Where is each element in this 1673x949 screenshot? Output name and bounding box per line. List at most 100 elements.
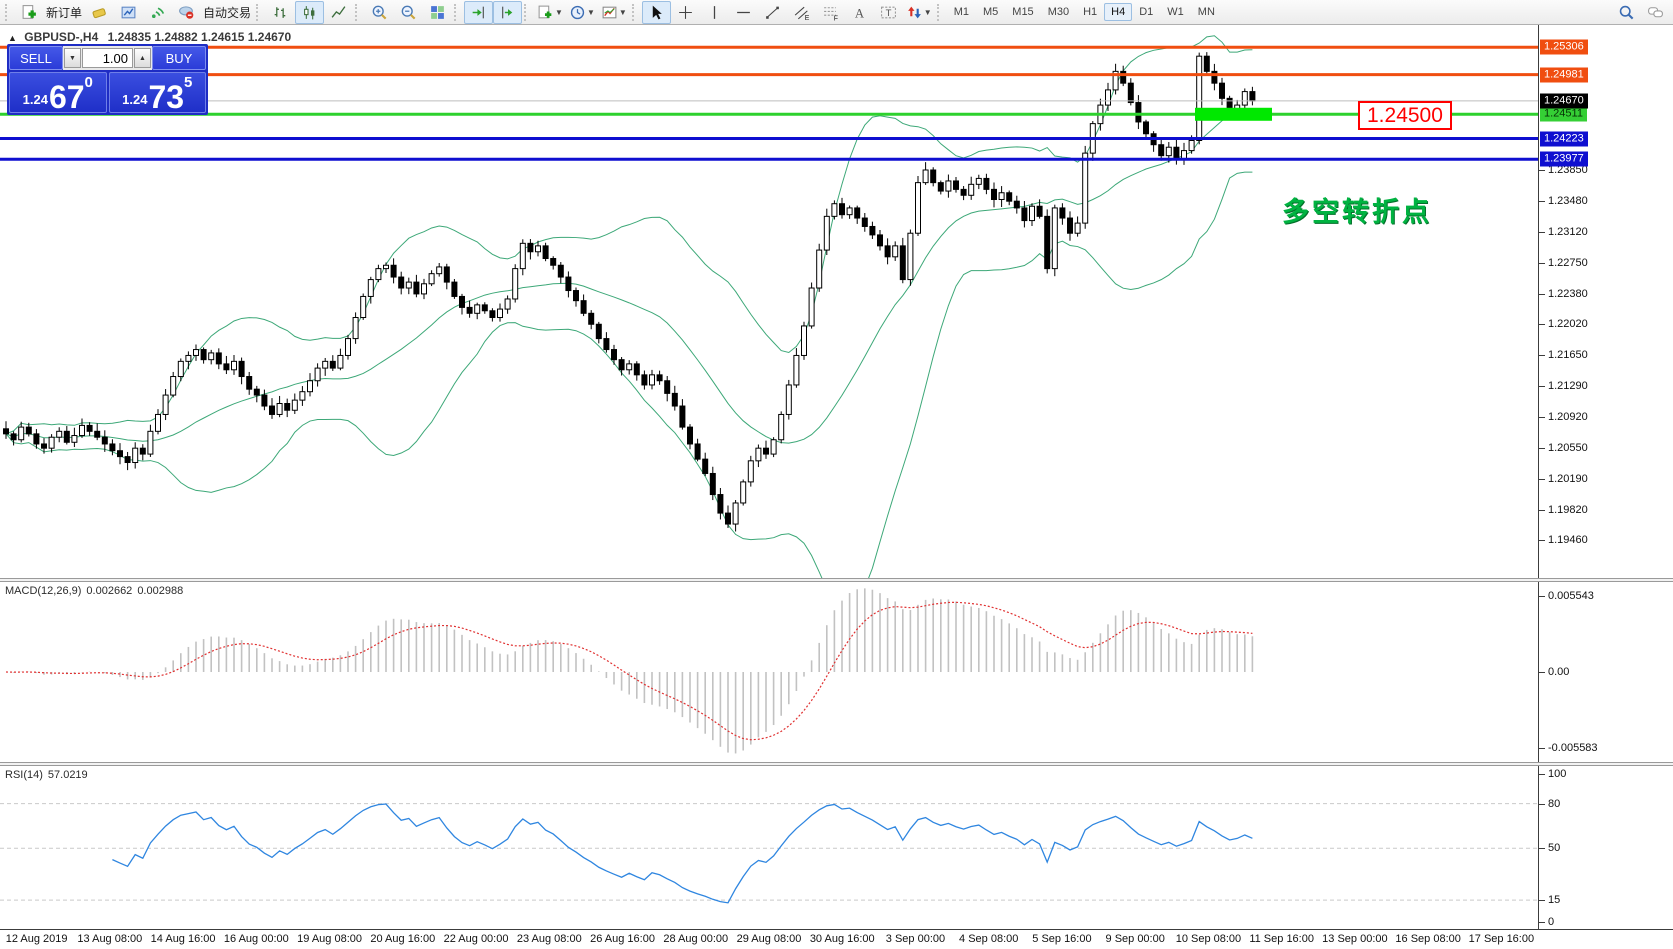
line-chart-button[interactable]: [324, 1, 353, 24]
chart-shift-button[interactable]: [493, 0, 523, 24]
macd-canvas[interactable]: [0, 582, 1538, 762]
volume-input[interactable]: 1.00: [82, 48, 133, 68]
vertical-line-button[interactable]: [700, 1, 729, 24]
chart-window-icon: [121, 6, 136, 18]
equidistant-channel-button[interactable]: E: [787, 1, 816, 24]
rsi-value: 57.0219: [47, 769, 88, 781]
rsi-axis[interactable]: 100 80 50 15 0: [1538, 766, 1673, 929]
svg-text:T: T: [885, 8, 891, 19]
volume-decrease-button[interactable]: ▼: [64, 48, 81, 68]
chart-window-button[interactable]: [114, 1, 143, 24]
symbol-period-label: GBPUSD-,H4: [24, 30, 99, 44]
chart-shift-icon: [502, 6, 513, 18]
date-label: 20 Aug 16:00: [370, 933, 436, 945]
search-button[interactable]: [1612, 1, 1641, 24]
rsi-plot[interactable]: RSI(14) 57.0219: [0, 766, 1538, 929]
bar-chart-button[interactable]: [266, 1, 295, 24]
macd-plot[interactable]: MACD(12,26,9) 0.002662 0.002988: [0, 582, 1538, 762]
svg-text:E: E: [804, 14, 809, 20]
date-label: 29 Aug 08:00: [736, 933, 802, 945]
auto-scroll-button[interactable]: [464, 0, 494, 24]
buy-price-big: 73: [148, 79, 185, 115]
zoom-out-button[interactable]: [394, 1, 423, 24]
text-label-button[interactable]: T: [874, 1, 903, 24]
signal-icon: [151, 6, 165, 18]
crosshair-button[interactable]: [671, 1, 700, 24]
new-chart-icon: [538, 5, 552, 18]
template-button[interactable]: ▼: [598, 1, 630, 24]
tile-windows-button[interactable]: [423, 1, 452, 24]
timeframe-m1[interactable]: M1: [947, 3, 976, 21]
arrows-button[interactable]: ▼: [903, 1, 935, 24]
fibonacci-button[interactable]: F: [816, 1, 845, 24]
rsi-panel: RSI(14) 57.0219 100 80 50 15 0: [0, 766, 1673, 929]
sell-price-prefix: 1.24: [22, 92, 48, 107]
horizontal-line-button[interactable]: [729, 1, 758, 24]
macd-axis[interactable]: 0.005543 0.00 -0.005583: [1538, 582, 1673, 762]
date-label: 9 Sep 00:00: [1105, 933, 1165, 945]
sell-button[interactable]: SELL: [9, 46, 63, 70]
date-label: 17 Sep 16:00: [1468, 933, 1535, 945]
main-chart-panel: ▲ GBPUSD-,H4 1.24835 1.24882 1.24615 1.2…: [0, 25, 1673, 578]
timeframe-m30[interactable]: M30: [1041, 3, 1076, 21]
timeframe-m5[interactable]: M5: [976, 3, 1005, 21]
timeframe-mn[interactable]: MN: [1191, 3, 1222, 21]
text-label-icon: T: [880, 6, 896, 19]
price-chart-canvas[interactable]: [0, 25, 1538, 578]
chart-title: ▲ GBPUSD-,H4 1.24835 1.24882 1.24615 1.2…: [8, 30, 291, 44]
eraser-button[interactable]: [85, 1, 114, 24]
svg-text:A: A: [855, 6, 865, 20]
date-label: 16 Aug 00:00: [223, 933, 289, 945]
one-click-trading-panel: SELL ▼ 1.00 ▲ BUY 1.24 67 0 1.24 73 5: [7, 44, 208, 115]
cursor-icon: [652, 5, 662, 19]
timeframe-w1[interactable]: W1: [1160, 3, 1191, 21]
timeframe-d1[interactable]: D1: [1132, 3, 1160, 21]
horizontal-line-icon: [736, 11, 750, 13]
text-button[interactable]: A: [845, 1, 874, 24]
toolbar-grip: [454, 3, 460, 21]
clock-icon: [570, 5, 585, 19]
zoom-in-icon: [372, 5, 387, 19]
timeframe-m15[interactable]: M15: [1005, 3, 1040, 21]
new-chart-button[interactable]: ▼: [534, 1, 566, 24]
date-label: 10 Sep 08:00: [1175, 933, 1242, 945]
collapse-marker-icon: ▲: [8, 33, 17, 43]
date-axis[interactable]: 12 Aug 2019 13 Aug 08:00 14 Aug 16:00 16 Au…: [0, 929, 1673, 949]
price-plot[interactable]: ▲ GBPUSD-,H4 1.24835 1.24882 1.24615 1.2…: [0, 25, 1538, 578]
date-label: 4 Sep 08:00: [959, 933, 1019, 945]
turning-point-note[interactable]: 多空转折点: [1282, 190, 1432, 229]
auto-trading-label[interactable]: 自动交易: [203, 4, 251, 21]
date-label: 23 Aug 08:00: [516, 933, 582, 945]
date-label: 11 Sep 16:00: [1249, 933, 1314, 945]
buy-price-button[interactable]: 1.24 73 5: [108, 72, 206, 115]
new-order-button[interactable]: [15, 1, 44, 24]
price-axis[interactable]: 1.23850 1.23480 1.23120 1.22750 1.22380 1.220…: [1538, 25, 1673, 578]
timeframe-h1[interactable]: H1: [1076, 3, 1104, 21]
chart-period-button[interactable]: ▼: [566, 1, 598, 24]
crosshair-icon: [678, 5, 692, 19]
toolbar-grip: [631, 3, 638, 21]
dropdown-caret-icon: ▼: [618, 7, 627, 17]
rsi-canvas[interactable]: [0, 766, 1538, 929]
price-level-label-object[interactable]: 1.24500: [1358, 101, 1452, 130]
vertical-line-icon: [713, 5, 715, 19]
chat-button[interactable]: [1641, 1, 1670, 24]
candlestick-chart-button[interactable]: [295, 0, 325, 24]
cursor-button[interactable]: [641, 0, 671, 24]
date-label: 13 Sep 00:00: [1322, 933, 1388, 945]
sell-price-button[interactable]: 1.24 67 0: [9, 72, 107, 113]
sell-price-big: 67: [48, 79, 85, 115]
date-label: 12 Aug 2019: [5, 933, 68, 945]
zoom-out-icon: [401, 5, 416, 19]
date-label: 19 Aug 08:00: [297, 933, 362, 945]
rsi-header: RSI(14) 57.0219: [5, 769, 93, 781]
new-order-label[interactable]: 新订单: [46, 4, 82, 21]
zoom-in-button[interactable]: [365, 1, 394, 24]
auto-trading-button[interactable]: [172, 1, 201, 24]
timeframe-h4[interactable]: H4: [1104, 3, 1133, 21]
toolbar-grip: [936, 3, 943, 21]
volume-increase-button[interactable]: ▲: [134, 48, 151, 68]
signal-button[interactable]: [143, 1, 172, 24]
trendline-button[interactable]: [758, 1, 787, 24]
buy-button[interactable]: BUY: [152, 46, 206, 70]
